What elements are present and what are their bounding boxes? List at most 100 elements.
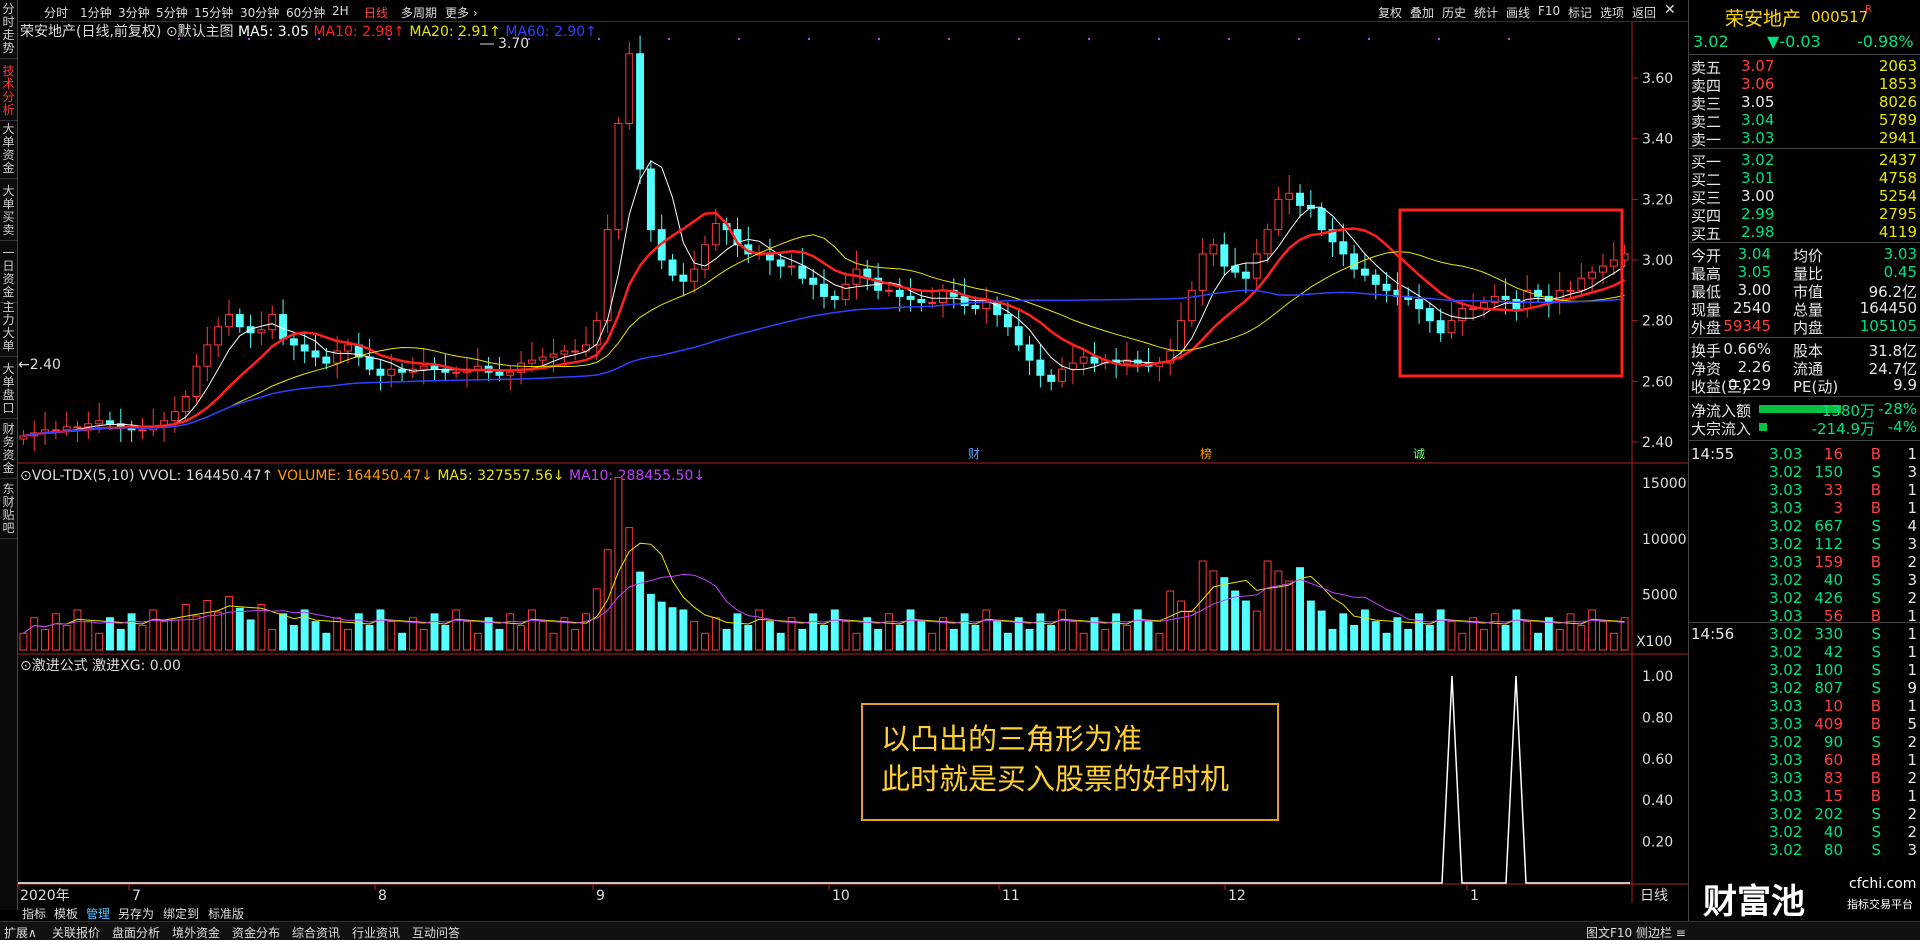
- volume-bar: [1209, 570, 1218, 651]
- left-tab-0[interactable]: 分时走势: [0, 0, 17, 59]
- candle: [1425, 302, 1434, 333]
- left-tab-8[interactable]: 东财贴吧: [0, 480, 17, 539]
- period-tab-9[interactable]: 多周期: [401, 4, 437, 21]
- candle: [679, 263, 688, 297]
- volume-bar: [646, 593, 655, 651]
- sub-tool-2[interactable]: 管理: [86, 905, 110, 922]
- bottom-tab-7[interactable]: 互动问答: [412, 924, 460, 940]
- flow-bar: [1759, 423, 1767, 431]
- bottom-tab-4[interactable]: 资金分布: [232, 924, 280, 940]
- volume-bar: [538, 621, 547, 651]
- volume-bar: [1404, 628, 1413, 651]
- period-tab-6[interactable]: 60分钟: [286, 4, 325, 21]
- volume-bar: [30, 617, 39, 651]
- candle: [1609, 241, 1618, 276]
- left-tab-7[interactable]: 财务资金: [0, 420, 17, 479]
- volume-bar: [1025, 628, 1034, 651]
- candle: [982, 287, 991, 324]
- period-tab-5[interactable]: 30分钟: [240, 4, 279, 21]
- low-price-label: ←2.40: [18, 357, 61, 373]
- volume-bar: [1479, 628, 1488, 651]
- tick-row: 3.02 80 S 3: [1769, 841, 1917, 859]
- volume-bar: [1079, 632, 1088, 651]
- candle: [538, 347, 547, 367]
- period-tab-1[interactable]: 1分钟: [80, 4, 112, 21]
- left-tab-1[interactable]: 技术分析: [0, 62, 17, 121]
- tool-6[interactable]: 标记: [1568, 4, 1592, 21]
- bottom-tab-5[interactable]: 综合资讯: [292, 924, 340, 940]
- event-mark[interactable]: 诚: [1413, 447, 1425, 461]
- left-tab-3[interactable]: 大单买卖: [0, 182, 17, 241]
- sub-tool-0[interactable]: 指标: [22, 905, 46, 922]
- bottom-tab-bar: 扩展∧ 关联报价 盘面分析 境外资金 资金分布 综合资讯 行业资讯 互动问答 图文F10 侧边栏…: [0, 921, 1920, 940]
- volume-bar: [1360, 609, 1369, 651]
- tool-4[interactable]: 画线: [1506, 4, 1530, 21]
- bottom-tab-6[interactable]: 行业资讯: [352, 924, 400, 940]
- volume-bar: [679, 609, 688, 651]
- bottom-tab-1[interactable]: 关联报价: [52, 924, 100, 940]
- period-tab-4[interactable]: 15分钟: [194, 4, 233, 21]
- candle: [1144, 347, 1153, 373]
- volume-bar: [582, 613, 590, 651]
- volume-bar: [776, 632, 785, 651]
- tool-5[interactable]: F10: [1538, 4, 1560, 18]
- tool-2[interactable]: 历史: [1442, 4, 1466, 21]
- period-tab-7[interactable]: 2H: [332, 4, 349, 18]
- period-tab-10[interactable]: 更多 ›: [445, 4, 478, 21]
- tool-0[interactable]: 复权: [1378, 4, 1402, 21]
- volume-bar: [1122, 625, 1131, 651]
- sub-tool-5[interactable]: 标准版: [208, 905, 244, 922]
- left-tab-6[interactable]: 大单盘口: [0, 360, 17, 419]
- period-tab-2[interactable]: 3分钟: [118, 4, 150, 21]
- tool-8[interactable]: 返回: [1632, 4, 1656, 21]
- volume-bar: [1112, 613, 1121, 651]
- order-book-row: 买三 3.00 5254: [1691, 187, 1917, 207]
- bottom-tab-0[interactable]: 扩展∧: [4, 924, 37, 940]
- event-mark[interactable]: 财: [968, 447, 980, 461]
- volume-bar: [1036, 613, 1045, 651]
- sub-tool-3[interactable]: 另存为: [118, 905, 154, 922]
- volume-bar: [830, 609, 839, 651]
- candle: [1274, 187, 1283, 236]
- left-tab-5[interactable]: 主力大单: [0, 298, 17, 357]
- bottom-tab-3[interactable]: 境外资金: [172, 924, 220, 940]
- sub-tool-1[interactable]: 模板: [54, 905, 78, 922]
- close-icon[interactable]: ✕: [1664, 2, 1676, 18]
- sub-tool-4[interactable]: 绑定到: [163, 905, 199, 922]
- vol-y-tick: 15000: [1642, 476, 1687, 492]
- volume-bar: [884, 613, 893, 651]
- chart-canvas[interactable]: 3.603.403.203.002.802.602.403.70←2.40财榜诚…: [18, 22, 1688, 910]
- ind-y-tick: 0.60: [1642, 752, 1673, 768]
- price-change: ▼-0.03: [1767, 32, 1821, 51]
- order-book-row: 卖四 3.06 1853: [1691, 75, 1917, 95]
- candle: [225, 299, 233, 336]
- chart-area[interactable]: 3.60 3.40 3.20 3.00 2.80 2.60 2.40 3.70 ←2.40 财榜诚…: [18, 22, 1688, 910]
- candle: [1036, 344, 1045, 388]
- tool-7[interactable]: 选项: [1600, 4, 1624, 21]
- period-tab-8[interactable]: 日线: [364, 4, 388, 21]
- left-tab-4[interactable]: 一日资金: [0, 244, 17, 303]
- bottom-right-tools[interactable]: 图文F10 侧边栏 ≡: [1586, 924, 1686, 940]
- volume-bar: [116, 628, 125, 651]
- volume-bar: [1101, 628, 1110, 651]
- period-tab-0[interactable]: 分时: [44, 4, 68, 21]
- period-label: 日线: [1640, 888, 1668, 904]
- volume-bar: [517, 625, 526, 651]
- tool-3[interactable]: 统计: [1474, 4, 1498, 21]
- signal-dot: [1158, 38, 1160, 40]
- candle: [1231, 247, 1240, 279]
- volume-bar: [430, 613, 439, 651]
- bottom-tab-2[interactable]: 盘面分析: [112, 924, 160, 940]
- left-tab-2[interactable]: 大单资金: [0, 120, 17, 179]
- candle: [1122, 341, 1131, 376]
- signal-dot: [808, 38, 810, 40]
- tick-row: 3.02 42 S 1: [1769, 643, 1917, 661]
- tool-1[interactable]: 叠加: [1410, 4, 1434, 21]
- period-tab-3[interactable]: 5分钟: [156, 4, 188, 21]
- signal-dot: [878, 38, 880, 40]
- volume-bar: [203, 599, 212, 651]
- event-mark[interactable]: 榜: [1200, 446, 1212, 461]
- signal-dot: [1368, 38, 1370, 40]
- volume-bar: [452, 609, 461, 651]
- candle: [116, 408, 125, 442]
